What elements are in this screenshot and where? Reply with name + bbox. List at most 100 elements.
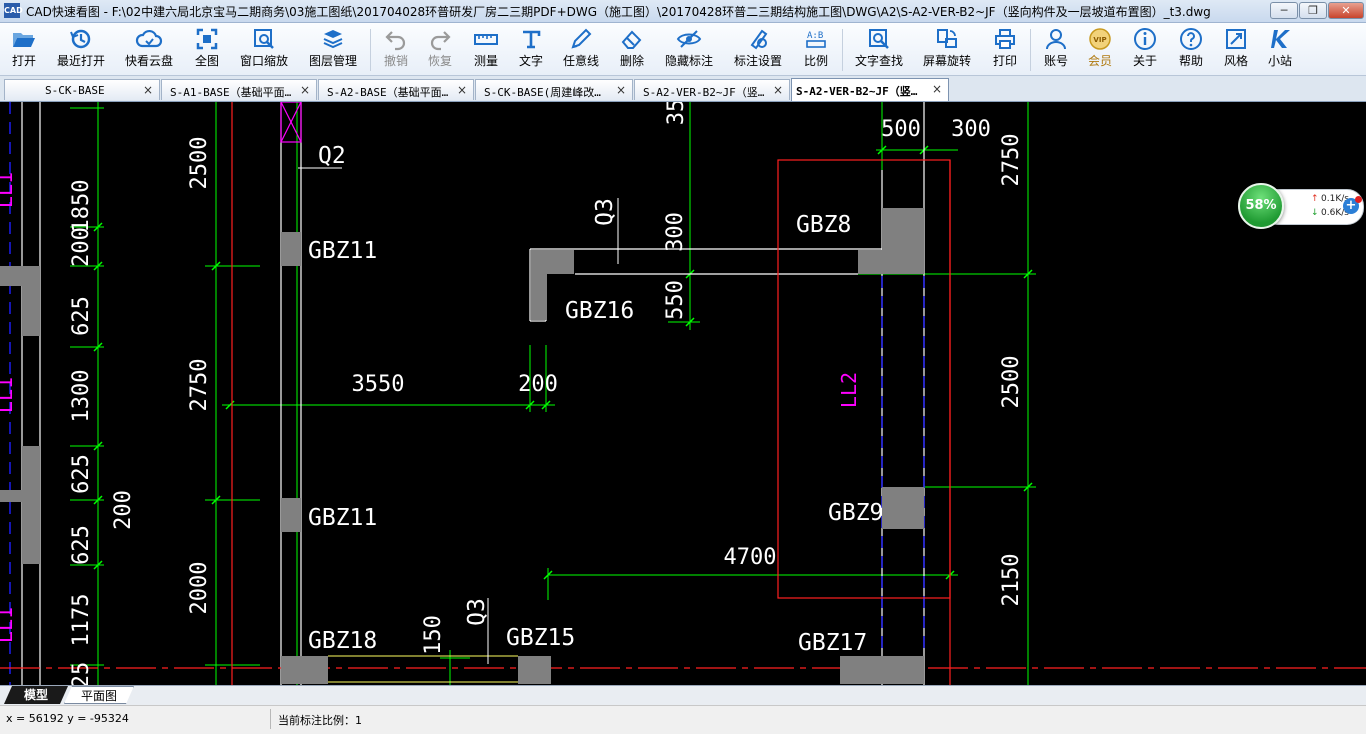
recent-open-button[interactable]: 最近打开 [52, 25, 110, 73]
text-icon [510, 27, 552, 53]
label-ll1: LL1 [0, 377, 17, 413]
memory-usage-percent: 58% [1245, 198, 1277, 213]
tab-s-a2-base[interactable]: S-A2-BASE（基础平面… × [318, 79, 474, 100]
hide-annotation-button[interactable]: 隐藏标注 [660, 25, 718, 73]
vip-member-button[interactable]: VIP 会员 [1080, 25, 1120, 73]
main-toolbar: 打开 最近打开 快看云盘 全图 窗口缩放 图层管理 撤销 恢复 测量 文字 任意… [0, 23, 1366, 76]
user-icon [1036, 27, 1076, 53]
station-icon [1260, 27, 1300, 53]
redo-icon [420, 27, 460, 53]
label-q3: Q3 [592, 198, 618, 226]
window-zoom-button[interactable]: 窗口缩放 [236, 25, 292, 73]
layer-manager-button[interactable]: 图层管理 [304, 25, 362, 73]
drawing-canvas[interactable]: 1850 200 625 1300 625 625 1175 25 200 25… [0, 102, 1366, 685]
dim-3550: 3550 [352, 372, 405, 397]
full-view-button[interactable]: 全图 [186, 25, 228, 73]
layers-icon [304, 27, 362, 53]
cloud-disk-button[interactable]: 快看云盘 [120, 25, 178, 73]
about-button[interactable]: 关于 [1124, 25, 1166, 73]
close-button[interactable]: ✕ [1328, 2, 1364, 19]
redo-button[interactable]: 恢复 [420, 25, 460, 73]
dim-2750: 2750 [187, 359, 212, 412]
dim-1850: 1850 [69, 180, 94, 233]
delete-button[interactable]: 删除 [610, 25, 654, 73]
dim-300: 300 [951, 117, 991, 142]
dim-550: 550 [663, 280, 688, 320]
tab-close-icon[interactable]: × [457, 83, 467, 97]
dim-4700: 4700 [724, 545, 777, 570]
dim-2500: 2500 [187, 137, 212, 190]
label-q2: Q2 [318, 143, 346, 169]
undo-button[interactable]: 撤销 [376, 25, 416, 73]
dim-200: 200 [69, 227, 94, 267]
measure-button[interactable]: 测量 [466, 25, 506, 73]
tab-close-icon[interactable]: × [616, 83, 626, 97]
download-arrow-icon: ↓ [1311, 208, 1319, 218]
annotation-settings-icon [728, 27, 788, 53]
maximize-button[interactable]: ❐ [1299, 2, 1327, 19]
screen-rotate-button[interactable]: 屏幕旋转 [918, 25, 976, 73]
dim-2150: 2150 [999, 554, 1024, 607]
label-gbz11: GBZ11 [308, 505, 377, 531]
tab-close-icon[interactable]: × [300, 83, 310, 97]
scale-button[interactable]: A:B 比例 [796, 25, 836, 73]
label-ll2: LL2 [837, 372, 861, 408]
window-zoom-icon [236, 27, 292, 53]
tab-plan-layout[interactable]: 平面图 [64, 686, 134, 704]
memory-usage-gauge[interactable]: 58% [1238, 183, 1284, 229]
dim-625: 625 [69, 525, 94, 565]
beam-labels: LL2 LL1 LL1 LL1 [0, 172, 861, 643]
open-button[interactable]: 打开 [2, 25, 46, 73]
text-button[interactable]: 文字 [510, 25, 552, 73]
rotate-screen-icon [918, 27, 976, 53]
cad-drawing: 1850 200 625 1300 625 625 1175 25 200 25… [0, 102, 1366, 685]
network-speed-widget[interactable]: ↑ 0.1K/s ↓ 0.6K/s + 58% [1238, 183, 1364, 229]
help-button[interactable]: 帮助 [1170, 25, 1212, 73]
tab-s-a1-base[interactable]: S-A1-BASE（基础平面… × [161, 79, 317, 100]
layout-tab-bar: 平面图 模型 [0, 685, 1366, 705]
tab-s-ck-base-modified[interactable]: S-CK-BASE(周建峰改… × [475, 79, 633, 100]
dim-200: 200 [111, 490, 136, 530]
scale-icon: A:B [796, 27, 836, 53]
label-gbz16: GBZ16 [565, 298, 634, 324]
tab-s-ck-base[interactable]: S-CK-BASE × [4, 79, 160, 100]
cursor-coordinates: x = 56192 y = -95324 [6, 712, 129, 725]
label-gbz15: GBZ15 [506, 625, 575, 651]
columns [0, 208, 924, 684]
measure-icon [466, 27, 506, 53]
label-gbz18: GBZ18 [308, 628, 377, 654]
tab-close-icon[interactable]: × [932, 82, 942, 96]
annotation-settings-button[interactable]: 标注设置 [728, 25, 788, 73]
label-ll1: LL1 [0, 172, 17, 208]
style-button[interactable]: 风格 [1216, 25, 1256, 73]
dim-500: 500 [881, 117, 921, 142]
tab-model-space[interactable]: 模型 [4, 686, 68, 704]
undo-icon [376, 27, 416, 53]
toolbar-separator [370, 29, 371, 71]
svg-text:A:B: A:B [807, 31, 823, 41]
folder-open-icon [2, 27, 46, 53]
tab-close-icon[interactable]: × [143, 83, 153, 97]
window-title: CAD快速看图 - F:\02中建六局北京宝马二期商务\03施工图纸\20170… [26, 5, 1211, 19]
tab-s-a2-ver-active[interactable]: S-A2-VER-B2~JF（竖… × [791, 78, 949, 101]
toolbar-separator [842, 29, 843, 71]
dim-200: 200 [518, 372, 558, 397]
recent-icon [52, 27, 110, 53]
dim-2000: 2000 [187, 562, 212, 615]
tab-s-a2-ver-1[interactable]: S-A2-VER-B2~JF（竖… × [634, 79, 790, 100]
title-bar[interactable]: CAD CAD快速看图 - F:\02中建六局北京宝马二期商务\03施工图纸\2… [0, 0, 1366, 23]
station-button[interactable]: 小站 [1260, 25, 1300, 73]
tab-close-icon[interactable]: × [773, 83, 783, 97]
print-button[interactable]: 打印 [984, 25, 1026, 73]
svg-text:VIP: VIP [1093, 36, 1106, 44]
freehand-line-button[interactable]: 任意线 [558, 25, 604, 73]
label-q3: Q3 [464, 598, 490, 626]
dim-625: 625 [69, 454, 94, 494]
dim-300: 300 [663, 212, 688, 252]
dim-1175: 1175 [69, 594, 94, 647]
account-button[interactable]: 账号 [1036, 25, 1076, 73]
text-search-button[interactable]: 文字查找 [850, 25, 908, 73]
minimize-button[interactable]: ─ [1270, 2, 1298, 19]
help-icon [1170, 27, 1212, 53]
label-gbz17: GBZ17 [798, 630, 867, 656]
